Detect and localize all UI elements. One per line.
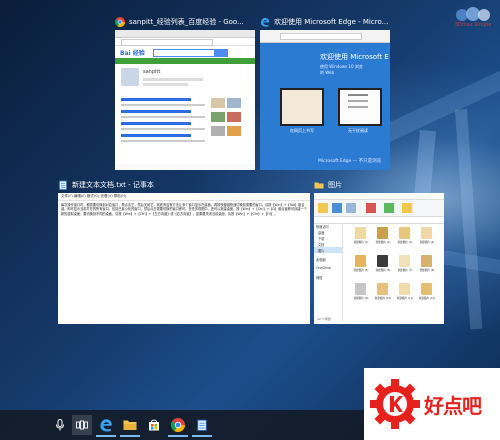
chrome-user-name: sanpitt	[143, 69, 161, 75]
image-file-icon	[421, 283, 432, 295]
edge-window-thumbnail[interactable]: 欢迎使用 Microsoft Edge - Micro... 欢迎使用 Micr…	[260, 15, 390, 170]
microphone-icon	[56, 419, 64, 431]
explorer-window-title: 图片	[314, 178, 444, 192]
notepad-window-thumbnail[interactable]: 新建文本文档.txt - 记事本 文件(F) 编辑(E) 格式(O) 查看(V)…	[58, 178, 310, 324]
task-view-icon	[76, 420, 88, 430]
notepad-menu[interactable]: 文件(F) 编辑(E) 格式(O) 查看(V) 帮助(H)	[58, 193, 310, 201]
file-item[interactable]: 新建图片 (9)	[350, 283, 372, 307]
image-file-icon	[377, 227, 388, 239]
image-file-icon	[377, 283, 388, 295]
notepad-text-area[interactable]: 每次操作窗口时，都需要切换到对应窗口，再点击它，然后关闭它，到底有没有方法让多个…	[58, 201, 310, 218]
file-item[interactable]: 新建图片 (4)	[416, 227, 438, 251]
image-file-icon	[377, 255, 388, 267]
gear-logo-icon	[370, 379, 420, 429]
chrome-icon	[171, 418, 185, 432]
file-item[interactable]: 新建图片 (6)	[372, 255, 394, 279]
notepad-icon	[59, 180, 67, 190]
explorer-sidebar: 快速访问 桌面 下载 文档 图片 此电脑 OneDrive 网络	[314, 223, 343, 321]
file-item[interactable]: 新建图片 (1)	[350, 227, 372, 251]
store-icon	[149, 419, 159, 431]
edge-headline: 欢迎使用 Microsoft E	[320, 53, 389, 61]
chrome-page-content: Bai 经验 sanpitt	[115, 30, 255, 170]
folder-icon	[314, 182, 324, 189]
file-item[interactable]: 新建图片 (10)	[372, 283, 394, 307]
taskbar-explorer-button[interactable]	[120, 415, 140, 437]
cortana-microphone-button[interactable]	[50, 415, 70, 435]
edge-footer: Microsoft Edge — 不只是浏览	[318, 159, 382, 164]
file-item[interactable]: 新建图片 (5)	[350, 255, 372, 279]
image-file-icon	[421, 227, 432, 239]
edge-icon	[100, 419, 112, 432]
file-item[interactable]: 新建图片 (3)	[394, 227, 416, 251]
image-file-icon	[421, 255, 432, 267]
task-view-button[interactable]	[72, 415, 92, 435]
edge-subline-2: 的 Web	[320, 70, 334, 75]
taskbar-chrome-button[interactable]	[168, 415, 188, 437]
edge-card-write[interactable]: 在网页上书写	[280, 128, 324, 134]
explorer-sidebar-item[interactable]: 网络	[314, 274, 342, 280]
file-item[interactable]: 新建图片 (12)	[416, 283, 438, 307]
image-file-icon	[355, 227, 366, 239]
image-file-icon	[399, 255, 410, 267]
image-file-icon	[399, 283, 410, 295]
explorer-icon	[123, 420, 137, 430]
chrome-window-title: sanpitt_经验列表_百度经验 - Goo...	[115, 15, 255, 29]
baidu-logo: Bai 经验	[120, 50, 145, 57]
explorer-window-thumbnail[interactable]: 图片 快速访问 桌面 下载 文档 图片 此电脑 OneDrive 网络 新建图片…	[314, 178, 444, 324]
watermark-logo: 3Dmax Simple	[452, 6, 494, 36]
file-item[interactable]: 新建图片 (11)	[394, 283, 416, 307]
explorer-status: 12 个项目	[317, 317, 331, 321]
edge-window-title: 欢迎使用 Microsoft Edge - Micro...	[260, 15, 390, 29]
notepad-icon	[197, 419, 207, 431]
site-logo-text: 好点吧	[424, 394, 482, 418]
edge-page-content: 欢迎使用 Microsoft E 使用 Windows 10 浏览 的 Web …	[260, 30, 390, 170]
explorer-content: 快速访问 桌面 下载 文档 图片 此电脑 OneDrive 网络 新建图片 (1…	[314, 193, 444, 324]
notepad-content: 文件(F) 编辑(E) 格式(O) 查看(V) 帮助(H) 每次操作窗口时，都需…	[58, 193, 310, 324]
file-item[interactable]: 新建图片 (2)	[372, 227, 394, 251]
image-file-icon	[399, 227, 410, 239]
edge-icon	[261, 17, 270, 27]
image-file-icon	[355, 255, 366, 267]
taskbar-store-button[interactable]	[144, 415, 164, 435]
explorer-sidebar-item[interactable]: OneDrive	[314, 265, 342, 271]
explorer-file-grid: 新建图片 (1) 新建图片 (2) 新建图片 (3) 新建图片 (4) 新建图片…	[346, 225, 442, 317]
chrome-icon	[115, 17, 125, 27]
watermark-text: 3Dmax Simple	[454, 22, 492, 28]
taskbar-edge-button[interactable]	[96, 415, 116, 437]
image-file-icon	[355, 283, 366, 295]
explorer-sidebar-item[interactable]: 此电脑	[314, 256, 342, 262]
chrome-window-thumbnail[interactable]: sanpitt_经验列表_百度经验 - Goo... Bai 经验 sanpit…	[115, 15, 255, 170]
notepad-window-title: 新建文本文档.txt - 记事本	[58, 178, 310, 192]
taskbar-notepad-button[interactable]	[192, 415, 212, 437]
site-logo-badge: 好点吧	[364, 368, 500, 440]
file-item[interactable]: 新建图片 (7)	[394, 255, 416, 279]
explorer-sidebar-item[interactable]: 图片	[314, 247, 342, 253]
file-item[interactable]: 新建图片 (8)	[416, 255, 438, 279]
edge-card-read[interactable]: 无干扰阅读	[336, 128, 380, 134]
